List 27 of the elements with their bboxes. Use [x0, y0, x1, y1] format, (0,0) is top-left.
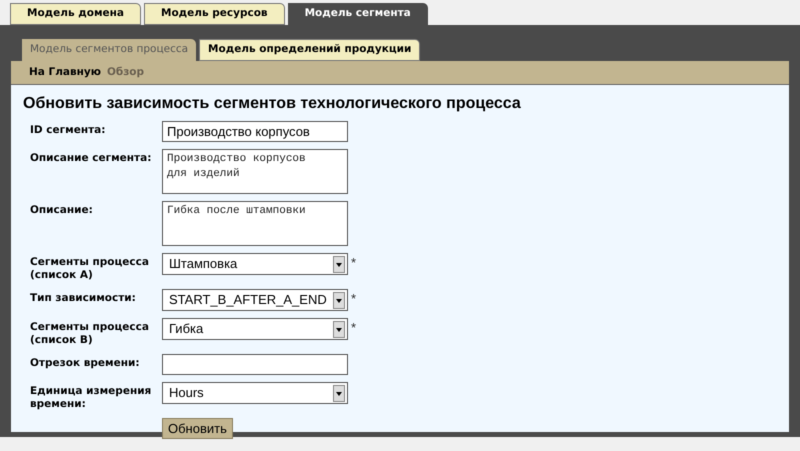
text-field[interactable]: Производство корпусов	[162, 121, 348, 142]
field-label: Тип зависимости:	[30, 291, 137, 306]
tab[interactable]: Модель сегмента	[288, 3, 428, 25]
dropdown[interactable]: Штамповка	[162, 253, 348, 275]
dropdown[interactable]: Hours	[162, 382, 348, 404]
tab[interactable]: Модель сегментов процесса	[22, 39, 196, 61]
text-field[interactable]	[162, 354, 348, 375]
dropdown[interactable]: Гибка	[162, 318, 348, 340]
field-label: Описание сегмента:	[30, 151, 152, 166]
field-label: Сегменты процесса (список В)	[30, 320, 150, 347]
update-button[interactable]: Обновить	[162, 418, 233, 439]
field-label: Сегменты процесса (список А)	[30, 255, 150, 282]
nav-link[interactable]: На Главную	[29, 64, 101, 80]
dropdown[interactable]: START_B_AFTER_A_END	[162, 289, 348, 311]
tab[interactable]: Модель определений продукции	[199, 39, 420, 61]
tab[interactable]: Модель ресурсов	[144, 3, 285, 25]
text-area[interactable]: Гибка после штамповки	[162, 201, 348, 246]
required-mark: *	[351, 319, 356, 337]
text-area[interactable]: Производство корпусов для изделий	[162, 149, 348, 194]
field-label: Описание:	[30, 203, 94, 218]
required-mark: *	[351, 254, 356, 272]
field-label: Отрезок времени:	[30, 356, 141, 371]
field-label: ID сегмента:	[30, 123, 106, 138]
form-title: Обновить зависимость сегментов технологического процесса	[23, 94, 522, 114]
field-label: Единица измерения времени:	[30, 384, 152, 411]
tab[interactable]: Модель домена	[10, 3, 141, 25]
required-mark: *	[351, 290, 356, 308]
